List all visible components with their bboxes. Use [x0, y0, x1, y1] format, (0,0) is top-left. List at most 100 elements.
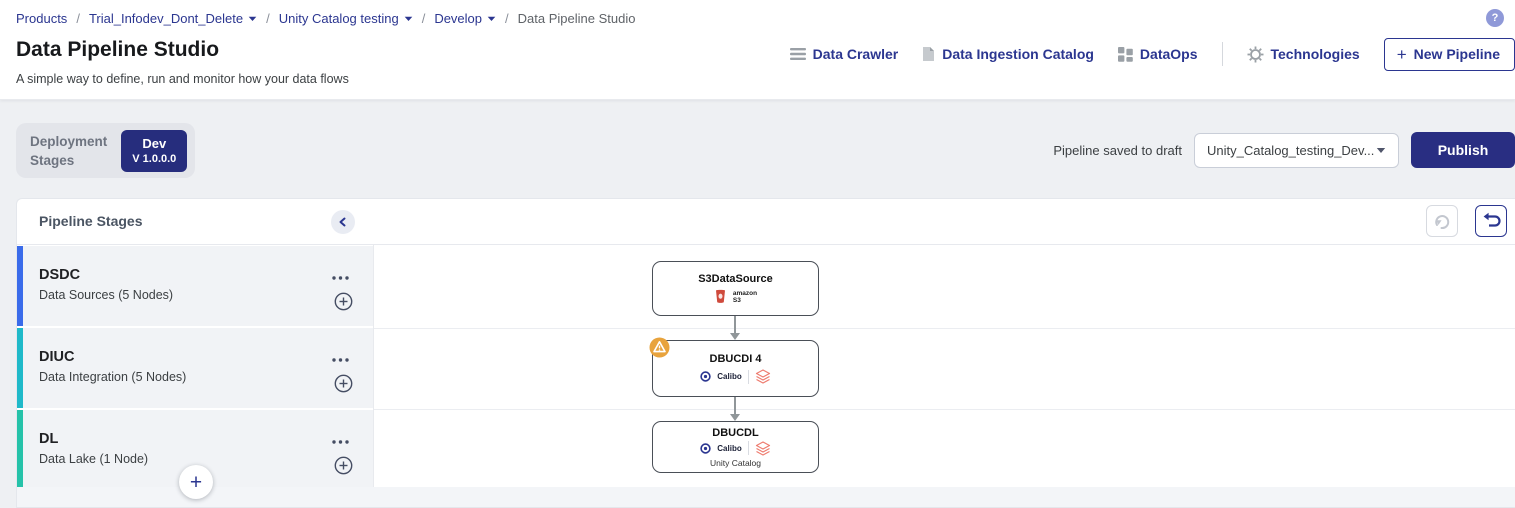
new-pipeline-label: New Pipeline — [1413, 46, 1500, 62]
kebab-menu-icon — [332, 440, 349, 444]
breadcrumb-separator: / — [505, 11, 509, 26]
technologies-button[interactable]: Technologies — [1247, 46, 1360, 63]
page-title: Data Pipeline Studio — [16, 38, 220, 61]
dataops-button[interactable]: DataOps — [1117, 46, 1198, 62]
redo-icon — [1435, 215, 1450, 230]
amazon-s3-wordmark: amazon S3 — [733, 290, 757, 304]
stage-menu-button[interactable] — [330, 348, 351, 367]
dev-stage-badge[interactable]: Dev V 1.0.0.0 — [121, 129, 188, 172]
databricks-icon — [755, 369, 770, 384]
publish-button[interactable]: Publish — [1411, 132, 1515, 168]
stage-row-diuc[interactable]: DIUC Data Integration (5 Nodes) — [17, 328, 373, 408]
stage-menu-button[interactable] — [330, 266, 351, 285]
new-pipeline-button[interactable]: + New Pipeline — [1383, 37, 1515, 71]
stage-menu-button[interactable] — [330, 430, 351, 449]
stage-code: DL — [39, 431, 59, 447]
pipeline-saved-status: Pipeline saved to draft — [1053, 142, 1182, 158]
pipeline-version-dropdown[interactable]: Unity_Catalog_testing_Dev... — [1194, 132, 1399, 168]
breadcrumb-product-label: Trial_Infodev_Dont_Delete — [88, 11, 244, 26]
calibo-wordmark: Calibo — [717, 443, 742, 453]
pipeline-version-value: Unity_Catalog_testing_Dev... — [1207, 142, 1375, 158]
stage-description: Data Integration (5 Nodes) — [39, 370, 187, 384]
amazon-s3-icon — [715, 289, 725, 303]
flow-arrow — [729, 397, 741, 421]
sidebar-canvas-divider — [373, 245, 374, 507]
lane-separator — [374, 409, 1515, 410]
plus-circle-icon — [334, 456, 353, 475]
deployment-label-line2: Stages — [30, 152, 75, 168]
add-stage-button[interactable]: + — [179, 465, 213, 499]
breadcrumb-phase-label: Develop — [434, 11, 483, 26]
app-header: Products / Trial_Infodev_Dont_Delete / U… — [0, 0, 1515, 100]
save-cluster: Pipeline saved to draft Unity_Catalog_te… — [1053, 132, 1515, 168]
page-subtitle: A simple way to define, run and monitor … — [16, 72, 349, 86]
chevron-down-icon — [404, 16, 412, 21]
breadcrumb-separator: / — [266, 11, 270, 26]
breadcrumb: Products / Trial_Infodev_Dont_Delete / U… — [16, 11, 635, 26]
node-technology: amazon S3 — [714, 289, 757, 304]
collapse-sidebar-button[interactable] — [331, 210, 355, 234]
lane-separator — [374, 328, 1515, 329]
technologies-label: Technologies — [1270, 46, 1360, 62]
data-ingestion-catalog-label: Data Ingestion Catalog — [942, 46, 1094, 62]
environment-name: Dev — [142, 135, 167, 151]
calibo-icon — [700, 442, 711, 454]
help-icon[interactable]: ? — [1486, 9, 1504, 27]
warning-icon — [649, 337, 670, 358]
stage-accent-bar — [17, 246, 23, 326]
node-title: S3DataSource — [698, 273, 773, 285]
plus-icon: + — [1396, 44, 1407, 64]
breadcrumb-products[interactable]: Products — [16, 11, 67, 26]
node-dbucdi4[interactable]: DBUCDI 4 Calibo — [649, 337, 819, 397]
stage-accent-bar — [17, 410, 23, 487]
breadcrumb-product-selector[interactable]: Trial_Infodev_Dont_Delete — [89, 11, 257, 26]
stage-code: DSDC — [39, 267, 81, 283]
data-crawler-button[interactable]: Data Crawler — [789, 46, 898, 62]
add-node-button[interactable] — [334, 374, 353, 396]
redo-button[interactable] — [1426, 205, 1458, 237]
plus-circle-icon — [334, 292, 353, 311]
stage-description: Data Lake (1 Node) — [39, 452, 149, 466]
undo-button[interactable] — [1475, 205, 1507, 237]
dataops-label: DataOps — [1139, 46, 1198, 62]
chevron-left-icon — [339, 217, 346, 227]
s3-word-line2: S3 — [732, 296, 741, 304]
pipeline-canvas-panel: Pipeline Stages DSDC Data Sources (5 Nod… — [16, 198, 1515, 508]
breadcrumb-separator: / — [421, 11, 426, 26]
breadcrumb-current-page: Data Pipeline Studio — [517, 11, 636, 26]
kebab-menu-icon — [332, 276, 349, 280]
stage-accent-bar — [17, 328, 23, 408]
chevron-down-icon — [248, 16, 257, 21]
breadcrumb-separator: / — [76, 11, 80, 26]
data-ingestion-catalog-button[interactable]: Data Ingestion Catalog — [922, 46, 1094, 62]
s3-word-line1: amazon — [732, 289, 758, 297]
databricks-icon — [755, 440, 770, 456]
plus-circle-icon — [334, 374, 353, 393]
add-node-button[interactable] — [334, 456, 353, 478]
node-technology: Calibo — [700, 369, 770, 384]
node-caption: Unity Catalog — [709, 457, 762, 468]
stage-description: Data Sources (5 Nodes) — [39, 288, 174, 302]
chevron-down-icon — [1376, 147, 1386, 153]
node-s3datasource[interactable]: S3DataSource amazon S3 — [652, 261, 819, 316]
breadcrumb-feature-selector[interactable]: Unity Catalog testing — [279, 11, 413, 26]
node-title: DBUCDI 4 — [709, 353, 762, 365]
calibo-wordmark: Calibo — [717, 372, 742, 381]
document-icon — [923, 47, 935, 61]
add-node-button[interactable] — [334, 292, 353, 314]
nav-divider — [1221, 42, 1223, 66]
deployment-label-line1: Deployment — [30, 133, 108, 149]
undo-icon — [1483, 212, 1501, 227]
panel-header: Pipeline Stages — [17, 199, 1515, 245]
pipeline-stages-title: Pipeline Stages — [39, 213, 143, 229]
stage-code: DIUC — [39, 349, 75, 365]
gear-icon — [1247, 46, 1263, 62]
breadcrumb-phase-selector[interactable]: Develop — [434, 11, 496, 26]
header-nav: Data Crawler Data Ingestion Catalog Data… — [789, 37, 1515, 71]
stage-row-dsdc[interactable]: DSDC Data Sources (5 Nodes) — [17, 246, 373, 326]
calibo-icon — [700, 371, 711, 382]
grid-icon — [1117, 46, 1133, 62]
deployment-stages-chip: Deployment Stages Dev V 1.0.0.0 — [16, 123, 196, 178]
node-dbucdl[interactable]: DBUCDL Calibo Unity Catalog — [652, 421, 819, 473]
environment-version: V 1.0.0.0 — [132, 152, 177, 165]
